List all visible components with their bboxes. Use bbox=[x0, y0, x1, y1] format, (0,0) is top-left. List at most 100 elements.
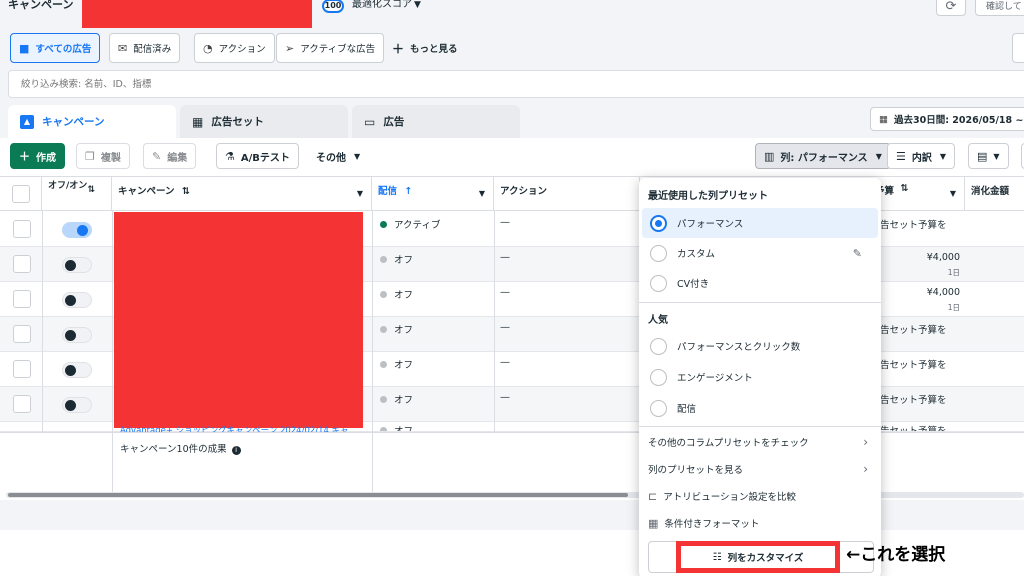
radio-selected bbox=[650, 214, 667, 232]
reports-button[interactable]: ▤ ▼ bbox=[968, 143, 1009, 169]
sort-icon: ⇅ bbox=[900, 183, 909, 194]
budget-period: 1日 bbox=[947, 303, 960, 312]
create-button[interactable]: ＋ 作成 bbox=[10, 143, 65, 169]
filter-tab-delivered[interactable]: ✉ 配信済み bbox=[109, 33, 181, 63]
annotation-text: ←これを選択 bbox=[846, 545, 946, 565]
action-cell: — bbox=[500, 357, 510, 368]
row-checkbox[interactable] bbox=[13, 395, 31, 413]
filter-tab-all-ads[interactable]: ■ すべての広告 bbox=[10, 33, 101, 63]
preset-label: カスタム bbox=[677, 249, 716, 260]
campaign-toggle[interactable] bbox=[62, 292, 92, 308]
compare-attribution-link[interactable]: ⊏ アトリビューション設定を比較 bbox=[648, 484, 874, 508]
tab-ad-sets[interactable]: ▦ 広告セット bbox=[180, 105, 348, 138]
preset-engagement[interactable]: エンゲージメント bbox=[642, 362, 878, 392]
menu-divider bbox=[639, 426, 881, 427]
gauge-icon: ◔ bbox=[203, 41, 213, 55]
more-filters-label: もっと見る bbox=[410, 44, 458, 55]
plus-icon: ＋ bbox=[19, 150, 30, 163]
preset-label: CV付き bbox=[677, 279, 710, 290]
column-header-action[interactable]: アクション bbox=[494, 177, 640, 211]
optimization-score-label[interactable]: 最適化スコア bbox=[352, 0, 412, 10]
filter-tab-label: すべての広告 bbox=[35, 44, 92, 55]
pencil-icon[interactable]: ✎ bbox=[853, 247, 862, 260]
status-dot-icon bbox=[380, 325, 387, 333]
campaign-toggle[interactable] bbox=[62, 327, 92, 343]
column-header-campaign[interactable]: キャンペーン ⇅ ▼ bbox=[112, 177, 372, 211]
sort-icon: ⇅ bbox=[87, 185, 95, 195]
overflow-button[interactable] bbox=[1012, 33, 1024, 63]
preset-custom[interactable]: カスタム ✎ bbox=[642, 238, 878, 268]
columns-button[interactable]: ▥ 列: パフォーマンス ▼ bbox=[755, 143, 891, 169]
row-checkbox[interactable] bbox=[13, 360, 31, 378]
recent-presets-heading: 最近使用した列プリセット bbox=[648, 191, 768, 202]
copy-icon: ❐ bbox=[85, 149, 95, 163]
campaign-toggle[interactable] bbox=[62, 257, 92, 273]
plus-icon: ＋ bbox=[392, 41, 405, 56]
optimization-score-badge[interactable]: 100 bbox=[322, 0, 344, 13]
ad-icon: ▭ bbox=[364, 114, 376, 129]
status-dot-icon bbox=[380, 360, 387, 368]
scrollbar-thumb[interactable] bbox=[8, 493, 628, 497]
column-header-spend[interactable]: 消化金額 bbox=[965, 177, 1024, 211]
action-cell: — bbox=[500, 392, 510, 403]
column-divider bbox=[372, 432, 373, 492]
status-dot-icon bbox=[380, 290, 387, 298]
tab-ads[interactable]: ▭ 広告 bbox=[352, 105, 520, 138]
filter-tab-active-ads[interactable]: ➢ アクティブな広告 bbox=[276, 33, 385, 63]
row-checkbox[interactable] bbox=[13, 255, 31, 273]
ab-test-button[interactable]: ⚗ A/Bテスト bbox=[216, 143, 299, 169]
tab-campaigns[interactable]: ▲ キャンペーン bbox=[8, 105, 176, 138]
status-text: オフ bbox=[394, 395, 414, 406]
refresh-button[interactable]: ⟳ bbox=[936, 0, 966, 16]
menu-link-label: アトリビューション設定を比較 bbox=[663, 492, 797, 503]
campaign-toggle[interactable] bbox=[62, 397, 92, 413]
preset-label: エンゲージメント bbox=[677, 373, 753, 384]
tab-label: 広告 bbox=[383, 116, 405, 128]
conditional-format-link[interactable]: ▦ 条件付きフォーマット bbox=[648, 511, 874, 535]
breakdown-button[interactable]: ☰ 内訳 ▼ bbox=[887, 143, 956, 169]
select-all-header bbox=[0, 177, 42, 211]
filter-tab-label: アクティブな広告 bbox=[300, 44, 376, 55]
column-divider bbox=[42, 211, 43, 432]
caret-down-icon: ▼ bbox=[478, 189, 485, 198]
refresh-icon: ⟳ bbox=[945, 0, 957, 14]
filter-tab-actions[interactable]: ◔ アクション bbox=[194, 33, 275, 63]
campaign-toggle[interactable] bbox=[62, 362, 92, 378]
caret-down-icon[interactable]: ▼ bbox=[414, 0, 421, 10]
date-range-picker[interactable]: ▦ 過去30日間: 2026/05/18 ~ bbox=[870, 107, 1024, 131]
grid-icon: ▦ bbox=[192, 114, 204, 129]
row-checkbox[interactable] bbox=[13, 325, 31, 343]
preset-delivery[interactable]: 配信 bbox=[642, 393, 878, 423]
more-actions-button[interactable]: その他 ▼ bbox=[308, 143, 368, 169]
view-column-presets-link[interactable]: 列のプリセットを見る › bbox=[648, 457, 874, 481]
row-checkbox[interactable] bbox=[13, 290, 31, 308]
edit-button[interactable]: ✎ 編集 bbox=[143, 143, 197, 169]
search-input[interactable] bbox=[8, 70, 1024, 98]
action-cell: — bbox=[500, 252, 510, 263]
duplicate-button[interactable]: ❐ 複製 bbox=[76, 143, 130, 169]
column-divider bbox=[494, 211, 495, 432]
delivery-status: オフ bbox=[380, 392, 413, 406]
customize-columns-button[interactable]: ☷ 列をカスタマイズ bbox=[676, 541, 840, 573]
info-icon[interactable]: i bbox=[231, 446, 241, 455]
select-all-checkbox[interactable] bbox=[12, 185, 30, 203]
preset-performance[interactable]: パフォーマンス bbox=[642, 208, 878, 238]
preset-performance-clicks[interactable]: パフォーマンスとクリック数 bbox=[642, 331, 878, 361]
preset-cv[interactable]: CV付き bbox=[642, 268, 878, 298]
delivery-status: アクティブ bbox=[380, 217, 440, 231]
breakdown-label: 内訳 bbox=[911, 152, 932, 164]
preset-label: 配信 bbox=[677, 404, 697, 415]
column-header-delivery[interactable]: 配信 ↑ ▼ bbox=[372, 177, 494, 211]
explore-column-presets-link[interactable]: その他のコラムプリセットをチェック › bbox=[648, 430, 874, 454]
row-checkbox[interactable] bbox=[13, 220, 31, 238]
preset-label: パフォーマンスとクリック数 bbox=[677, 342, 801, 353]
filter-tab-label: アクション bbox=[218, 44, 266, 55]
caret-down-icon: ▼ bbox=[939, 151, 947, 161]
status-dot-icon bbox=[380, 220, 387, 228]
column-header-budget[interactable]: 予算 ⇅ ▼ bbox=[875, 177, 965, 211]
campaign-toggle[interactable] bbox=[62, 222, 92, 238]
delivery-status: オフ bbox=[380, 322, 413, 336]
more-filters-button[interactable]: ＋ もっと見る bbox=[392, 33, 458, 63]
review-publish-button[interactable]: 確認して bbox=[975, 0, 1024, 16]
column-header-onoff[interactable]: オフ/オン ⇅ bbox=[42, 177, 112, 211]
